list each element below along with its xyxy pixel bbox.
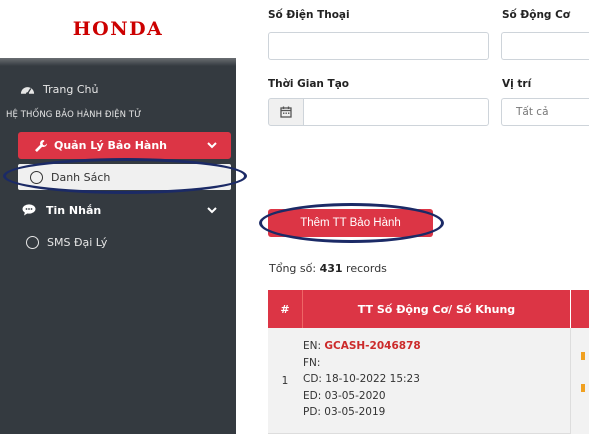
sidebar-item-label: Danh Sách <box>51 170 111 184</box>
engine-number-label: Số Động Cơ <box>502 9 571 21</box>
calendar-icon <box>280 106 292 118</box>
frame-number: FN: <box>303 356 321 369</box>
created-date: CD: 18-10-2022 15:23 <box>303 373 420 385</box>
sidebar-item-warranty-management[interactable]: Quản Lý Bảo Hành <box>18 132 231 159</box>
export-date: ED: 03-05-2020 <box>303 389 386 402</box>
add-warranty-button[interactable]: Thêm TT Bảo Hành <box>268 209 433 237</box>
created-time-label: Thời Gian Tạo <box>268 78 350 90</box>
logo-text: HONDA <box>72 18 164 40</box>
en-label: EN: <box>303 340 322 352</box>
phone-label: Số Điện Thoại <box>268 9 350 21</box>
sidebar-item-warranty-list[interactable]: Danh Sách <box>18 164 231 190</box>
column-header-engine-frame[interactable]: TT Số Động Cơ/ Số Khung <box>302 290 570 328</box>
table-row[interactable]: 1 EN: GCASH-2046878 FN: CD: 18-10-2022 1… <box>268 328 570 434</box>
location-label: Vị trí <box>502 78 532 90</box>
sidebar: HONDA Trang Chủ HỆ THỐNG BẢO HÀNH ĐIỆN T… <box>0 0 236 434</box>
location-selected-value: Tất cả <box>516 106 549 118</box>
engine-number-link[interactable]: GCASH-2046878 <box>324 340 420 352</box>
sidebar-item-home[interactable]: Trang Chủ <box>20 80 98 98</box>
created-time-input[interactable] <box>303 98 489 126</box>
chevron-down-icon <box>207 142 217 149</box>
calendar-addon[interactable] <box>268 98 304 126</box>
circle-icon <box>30 170 43 184</box>
wrench-icon <box>35 139 47 152</box>
status-marker <box>581 352 585 360</box>
circle-icon <box>26 235 39 249</box>
sidebar-item-messages[interactable]: Tin Nhắn <box>18 197 231 223</box>
total-suffix: records <box>346 262 387 275</box>
table-header: # TT Số Động Cơ/ Số Khung <box>268 290 570 328</box>
status-marker <box>581 384 585 392</box>
sidebar-item-label: Quản Lý Bảo Hành <box>54 139 168 152</box>
sidebar-item-label: Trang Chủ <box>43 82 99 96</box>
total-count: 431 <box>319 262 343 275</box>
production-date: PD: 03-05-2019 <box>303 406 386 418</box>
column-header-number: # <box>280 302 290 316</box>
phone-input[interactable] <box>268 32 489 60</box>
dashboard-icon <box>20 87 35 95</box>
chat-icon <box>22 204 36 216</box>
row-engine-info: EN: GCASH-2046878 FN: CD: 18-10-2022 15:… <box>303 338 421 421</box>
total-prefix: Tổng số: <box>269 262 317 275</box>
chevron-down-icon <box>207 207 217 214</box>
engine-number-input[interactable] <box>501 32 589 60</box>
column-header-next <box>570 290 589 328</box>
sidebar-section-header: HỆ THỐNG BẢO HÀNH ĐIỆN TỬ <box>6 110 142 120</box>
sidebar-item-sms-dealer[interactable]: SMS Đại Lý <box>26 232 107 252</box>
sidebar-item-label: SMS Đại Lý <box>47 235 108 249</box>
table-cell-next <box>570 328 589 434</box>
row-number: 1 <box>281 375 289 387</box>
brand-logo[interactable]: HONDA <box>0 0 236 58</box>
sidebar-item-label: Tin Nhắn <box>46 203 102 217</box>
brand-divider <box>0 58 236 66</box>
total-records: Tổng số: 431 records <box>269 262 387 275</box>
